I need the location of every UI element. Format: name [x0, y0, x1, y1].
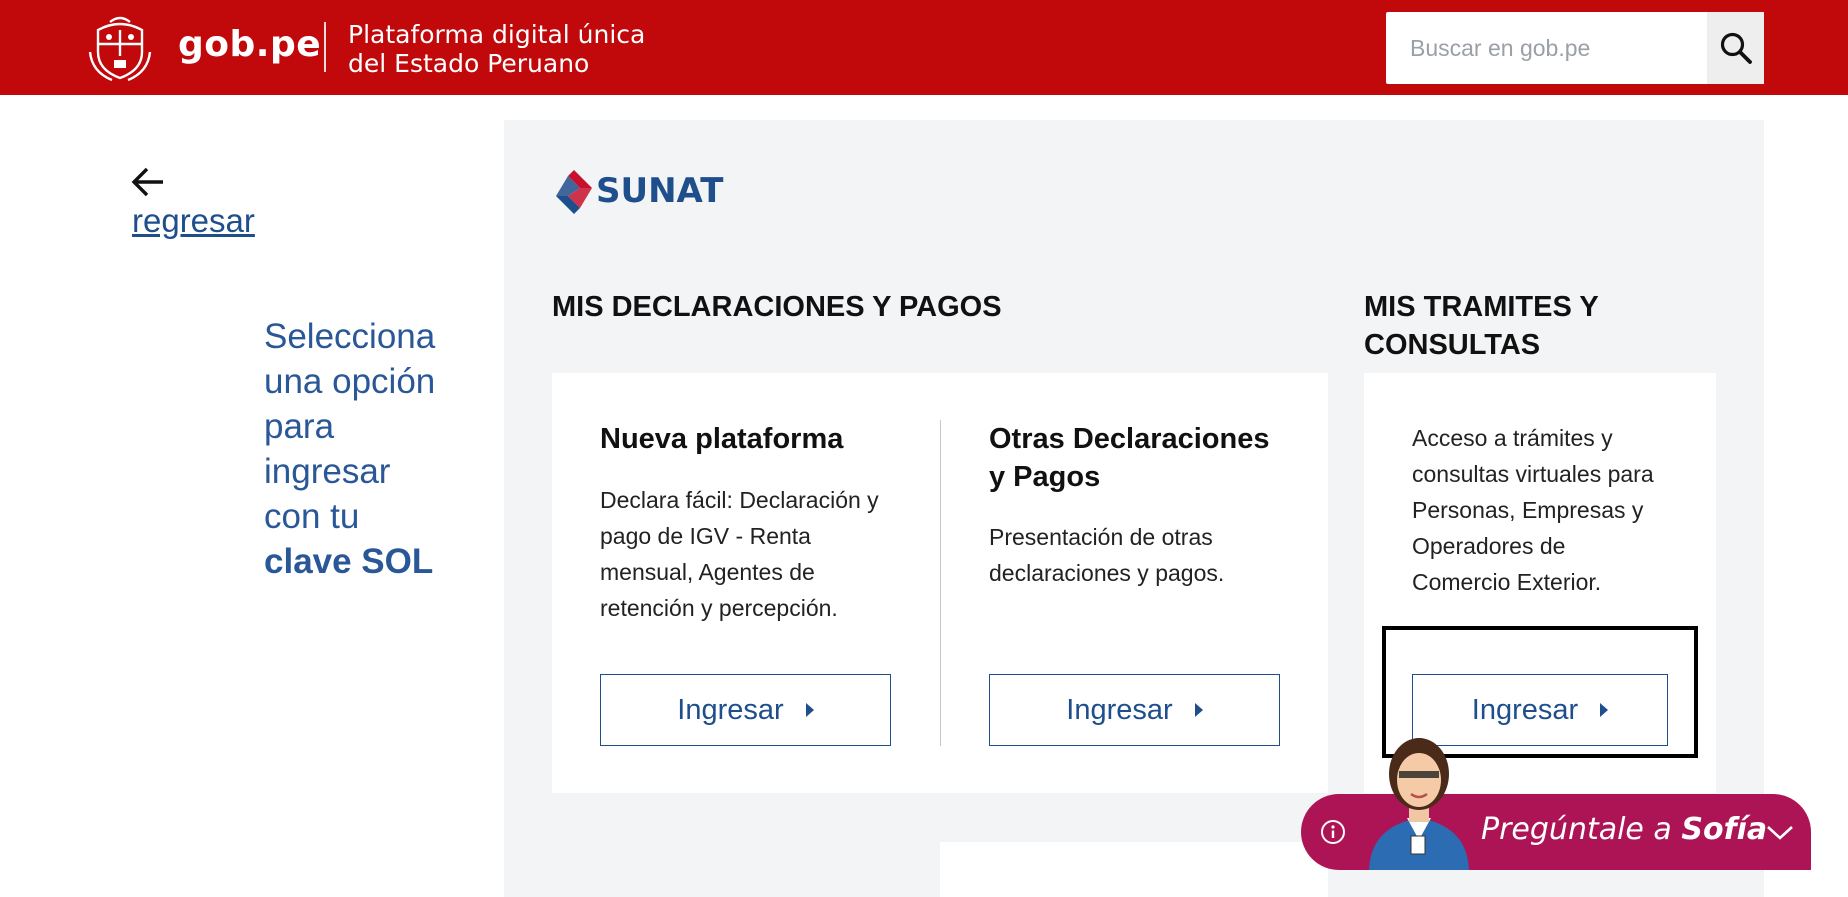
sunat-logo-icon [556, 170, 592, 214]
search-button[interactable] [1707, 12, 1764, 84]
button-label: Ingresar [1471, 693, 1579, 726]
section-title-declaraciones: MIS DECLARACIONES Y PAGOS [552, 291, 1002, 323]
intro-line: para [264, 407, 335, 446]
sunat-wordmark: SUNAT [596, 171, 724, 211]
intro-emphasis: clave SOL [264, 542, 434, 581]
card-desc-line: Presentación de otras [989, 524, 1213, 550]
card-desc-line: retención y percepción. [600, 595, 838, 621]
caret-right-icon [1600, 703, 1609, 717]
card-desc-nueva-plataforma: Declara fácil: Declaración y pago de IGV… [600, 482, 900, 626]
ingresar-button-otras-declaraciones[interactable]: Ingresar [989, 674, 1280, 746]
card-title-nueva-plataforma: Nueva plataforma [600, 423, 844, 455]
intro-line: una opción [264, 362, 436, 401]
card-desc-line: pago de IGV - Renta [600, 523, 811, 549]
card-desc-line: consultas virtuales para [1412, 461, 1654, 487]
arrow-left-icon[interactable] [130, 166, 166, 198]
card-desc-line: mensual, Agentes de [600, 559, 815, 585]
logo-divider [324, 22, 326, 72]
intro-line: con tu [264, 497, 360, 536]
gobpe-logo-text[interactable]: gob.pe [178, 24, 321, 65]
next-card-partial [940, 842, 1328, 897]
info-icon[interactable] [1320, 819, 1346, 845]
card-desc-line: Comercio Exterior. [1412, 569, 1602, 595]
card-title-line: y Pagos [989, 461, 1101, 493]
sofia-name: Sofía [1681, 812, 1768, 847]
back-link[interactable]: regresar [132, 202, 255, 240]
card-desc-tramites: Acceso a trámites y consultas virtuales … [1412, 420, 1702, 600]
intro-text: Selecciona una opción para ingresar con … [264, 314, 474, 584]
search-input[interactable] [1386, 12, 1684, 84]
sofia-label-prefix: Pregúntale a [1481, 812, 1682, 847]
section-title-line: MIS TRAMITES Y [1364, 291, 1599, 323]
sofia-chat-widget[interactable]: Pregúntale a Sofía [1301, 738, 1811, 870]
intro-line: ingresar [264, 452, 391, 491]
search-icon [1720, 32, 1752, 64]
card-desc-line: Declara fácil: Declaración y [600, 487, 879, 513]
section-title-tramites: MIS TRAMITES Y CONSULTAS [1364, 288, 1599, 364]
card-title-line: Otras Declaraciones [989, 423, 1270, 455]
caret-right-icon [1194, 703, 1203, 717]
header-tagline: Plataforma digital única del Estado Peru… [348, 20, 688, 78]
card-desc-line: Operadores de [1412, 533, 1566, 559]
caret-right-icon [805, 703, 814, 717]
card-desc-otras-declaraciones: Presentación de otras declaraciones y pa… [989, 519, 1289, 591]
sunat-logo: SUNAT [550, 168, 724, 216]
intro-line: Selecciona [264, 317, 436, 356]
peru-crest-icon[interactable] [84, 12, 156, 84]
button-label: Ingresar [677, 693, 784, 726]
chevron-down-icon[interactable] [1765, 818, 1795, 846]
button-label: Ingresar [1066, 693, 1173, 726]
card-desc-line: Acceso a trámites y [1412, 425, 1613, 451]
top-header: gob.pe Plataforma digital única del Esta… [0, 0, 1848, 95]
card-desc-line: declaraciones y pagos. [989, 560, 1225, 586]
tagline-line-2: del Estado Peruano [348, 49, 590, 78]
tagline-line-1: Plataforma digital única [348, 20, 646, 49]
card-divider [940, 420, 941, 746]
card-title-otras-declaraciones: Otras Declaraciones y Pagos [989, 420, 1269, 496]
section-title-line: CONSULTAS [1364, 329, 1541, 361]
sofia-avatar-icon [1369, 738, 1469, 870]
card-desc-line: Personas, Empresas y [1412, 497, 1644, 523]
sofia-label[interactable]: Pregúntale a Sofía [1481, 812, 1767, 847]
ingresar-button-nueva-plataforma[interactable]: Ingresar [600, 674, 891, 746]
